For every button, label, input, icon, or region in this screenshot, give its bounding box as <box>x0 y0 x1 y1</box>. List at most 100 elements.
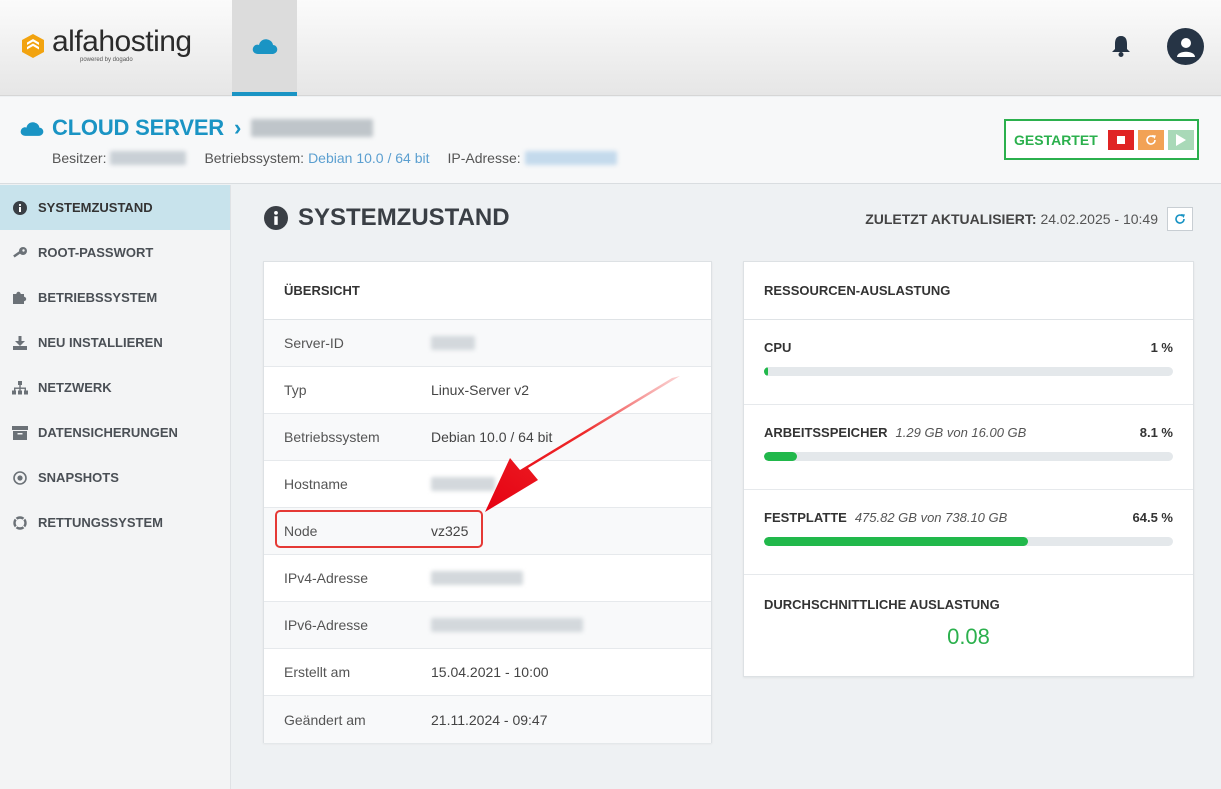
cpu-progress-fill <box>764 367 769 376</box>
alfahosting-logo-icon <box>22 33 44 58</box>
sidebar-item-netzwerk[interactable]: NETZWERK <box>0 365 230 410</box>
sidebar-item-label: RETTUNGSSYSTEM <box>38 515 163 530</box>
server-id-redacted <box>431 336 475 350</box>
restart-button[interactable] <box>1137 129 1164 150</box>
cpu-label: CPU <box>764 340 792 355</box>
key-icon <box>13 246 27 258</box>
row-key: IPv6-Adresse <box>284 617 369 633</box>
start-button[interactable] <box>1167 129 1194 150</box>
owner-value-redacted <box>110 151 187 165</box>
download-icon <box>13 335 27 350</box>
sidebar-item-label: SNAPSHOTS <box>38 470 119 485</box>
user-avatar[interactable] <box>1167 28 1204 65</box>
dot-circle-icon <box>13 470 27 485</box>
ipv4-redacted <box>431 571 523 585</box>
resources-title: RESSOURCEN-AUSLASTUNG <box>744 262 1193 320</box>
bell-icon[interactable] <box>1110 34 1132 58</box>
table-row: IPv4-Adresse <box>264 555 711 602</box>
annotation-arrow-icon <box>485 376 680 512</box>
row-value: 21.11.2024 - 09:47 <box>431 711 548 728</box>
row-key: Typ <box>284 382 307 398</box>
os-value: Debian 10.0 / 64 bit <box>308 150 430 166</box>
cloud-icon <box>252 39 277 54</box>
sidebar-item-label: ROOT-PASSWORT <box>38 245 154 260</box>
average-load: DURCHSCHNITTLICHE AUSLASTUNG 0.08 <box>744 575 1193 650</box>
ipv6-redacted <box>431 618 583 632</box>
owner-label: Besitzer: <box>52 150 107 166</box>
ram-progress-bar <box>764 452 1173 461</box>
server-meta: Besitzer: Betriebssystem: Debian 10.0 / … <box>52 150 617 166</box>
play-icon <box>1175 133 1186 146</box>
row-value: 15.04.2021 - 10:00 <box>431 664 549 680</box>
brand-logo[interactable]: alfahosting powered by dogado <box>20 25 192 63</box>
archive-icon <box>12 425 28 440</box>
ram-percent: 8.1 % <box>1139 425 1173 440</box>
cpu-percent: 1 % <box>1150 340 1173 355</box>
last-updated: ZULETZT AKTUALISIERT: 24.02.2025 - 10:49 <box>865 211 1158 227</box>
row-key: IPv4-Adresse <box>284 570 369 586</box>
ram-label: ARBEITSSPEICHER <box>764 425 888 440</box>
resources-card: RESSOURCEN-AUSLASTUNG CPU 1 % ARBEITSSPE… <box>743 261 1194 677</box>
refresh-button[interactable] <box>1167 207 1193 231</box>
sidebar-item-betriebssystem[interactable]: BETRIEBSSYSTEM <box>0 275 230 320</box>
disk-progress-fill <box>764 537 1028 546</box>
disk-detail: 475.82 GB von 738.10 GB <box>854 510 1008 525</box>
server-name-redacted <box>251 119 374 137</box>
cloud-icon <box>20 121 44 136</box>
ram-usage: ARBEITSSPEICHER 1.29 GB von 16.00 GB 8.1… <box>744 405 1193 490</box>
info-icon <box>13 200 27 215</box>
sidebar-item-root-passwort[interactable]: ROOT-PASSWORT <box>0 230 230 275</box>
user-icon <box>1176 37 1195 57</box>
stop-icon <box>1116 135 1125 144</box>
row-key: Geändert am <box>284 711 366 728</box>
table-row: Erstellt am 15.04.2021 - 10:00 <box>264 649 711 696</box>
disk-usage: FESTPLATTE 475.82 GB von 738.10 GB 64.5 … <box>744 490 1193 575</box>
server-type-title: CLOUD SERVER <box>52 115 224 140</box>
node-highlight-box <box>275 510 483 548</box>
stop-button[interactable] <box>1107 129 1134 150</box>
sidebar-item-label: NETZWERK <box>38 380 112 395</box>
table-row: IPv6-Adresse <box>264 602 711 649</box>
sidebar-item-datensicherungen[interactable]: DATENSICHERUNGEN <box>0 410 230 455</box>
disk-progress-bar <box>764 537 1173 546</box>
top-bar: alfahosting powered by dogado <box>0 0 1221 96</box>
row-key: Erstellt am <box>284 664 351 680</box>
row-key: Betriebssystem <box>284 429 380 445</box>
chevron-right-icon: › <box>234 115 242 140</box>
restart-icon <box>1146 134 1156 145</box>
sidebar: SYSTEMZUSTAND ROOT-PASSWORT BETRIEBSSYST… <box>0 185 231 789</box>
brand-name: alfahosting <box>52 25 192 58</box>
average-load-value: 0.08 <box>947 624 990 649</box>
os-label: Betriebssystem: <box>204 150 305 166</box>
page-title-text: SYSTEMZUSTAND <box>298 204 510 231</box>
ip-value-redacted <box>524 151 617 165</box>
row-key: Hostname <box>284 476 348 492</box>
info-icon <box>264 206 288 230</box>
sidebar-item-label: DATENSICHERUNGEN <box>38 425 178 440</box>
average-load-label: DURCHSCHNITTLICHE AUSLASTUNG <box>764 597 1000 612</box>
ram-progress-fill <box>764 452 798 461</box>
last-updated-label: ZULETZT AKTUALISIERT: <box>865 211 1037 227</box>
server-header: CLOUD SERVER › Besitzer: Betriebssystem:… <box>0 97 1221 184</box>
disk-percent: 64.5 % <box>1132 510 1173 525</box>
disk-label: FESTPLATTE <box>764 510 847 525</box>
status-badge: GESTARTET <box>1014 131 1098 148</box>
puzzle-icon <box>13 291 27 304</box>
page-title: SYSTEMZUSTAND <box>264 204 510 232</box>
sidebar-item-label: NEU INSTALLIEREN <box>38 335 163 350</box>
refresh-icon <box>1175 214 1185 224</box>
sidebar-item-label: BETRIEBSSYSTEM <box>38 290 158 305</box>
sidebar-item-systemzustand[interactable]: SYSTEMZUSTAND <box>0 185 230 230</box>
network-icon <box>12 380 28 394</box>
sidebar-item-snapshots[interactable]: SNAPSHOTS <box>0 455 230 500</box>
sidebar-item-rettungssystem[interactable]: RETTUNGSSYSTEM <box>0 500 230 545</box>
lifebuoy-icon <box>13 515 27 530</box>
server-title: CLOUD SERVER › <box>20 115 374 141</box>
sidebar-item-neu-installieren[interactable]: NEU INSTALLIEREN <box>0 320 230 365</box>
overview-title: ÜBERSICHT <box>264 262 711 320</box>
table-row: Geändert am 21.11.2024 - 09:47 <box>264 696 711 743</box>
sidebar-item-label: SYSTEMZUSTAND <box>38 200 153 215</box>
ip-label: IP-Adresse: <box>447 150 521 166</box>
last-updated-value: 24.02.2025 - 10:49 <box>1040 211 1158 227</box>
tab-cloud[interactable] <box>232 0 297 96</box>
